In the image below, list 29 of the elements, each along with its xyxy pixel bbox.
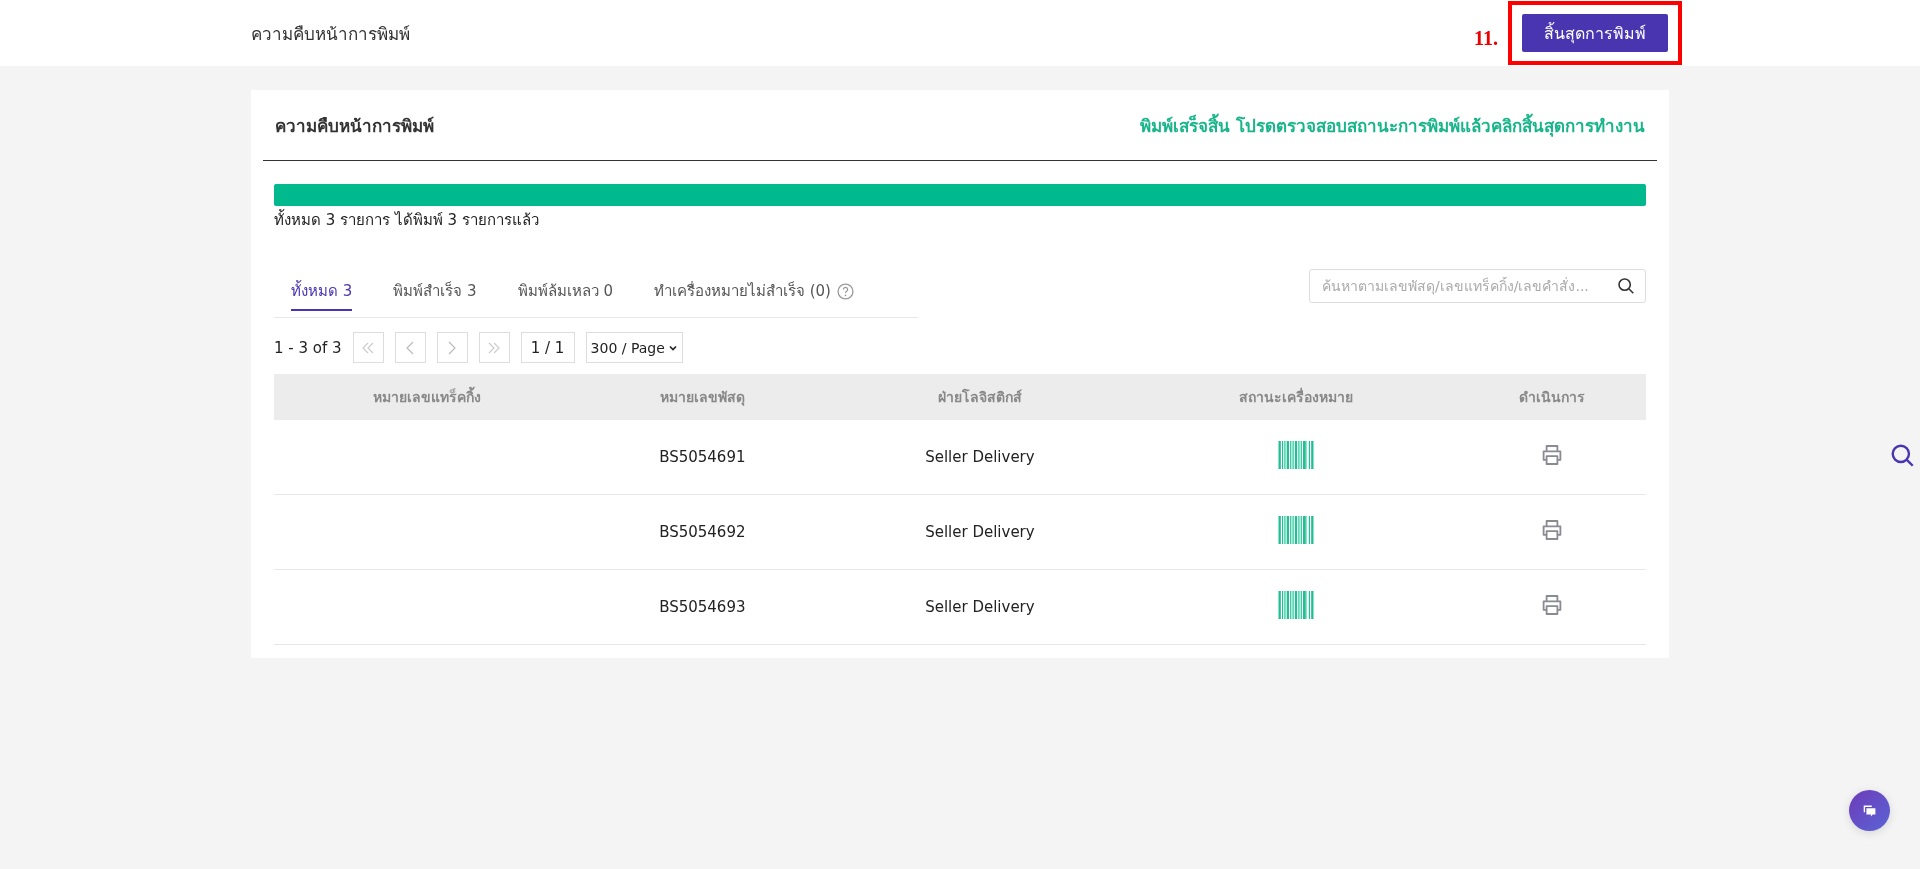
table-cell: BS5054692 [659,523,746,541]
search-field[interactable]: ค้นหาตามเลขพัสดุ/เลขแทร็คกิ้ง/เลขคำสั่ง... [1309,269,1646,303]
tab-label[interactable]: ทั้งหมด 3 [291,279,353,311]
tab-label[interactable]: พิมพ์สำเร็จ 3 [393,279,477,303]
status-message: พิมพ์เสร็จสิ้น โปรดตรวจสอบสถานะการพิมพ์แล้วคลิกสิ้นสุดการทำงาน [1140,112,1645,139]
table-cell: Seller Delivery [925,523,1035,541]
progress-summary: ทั้งหมด 3 รายการ ได้พิมพ์ 3 รายการแล้ว [274,208,540,231]
table-cell: Seller Delivery [925,598,1035,616]
page-indicator: 1 / 1 [520,332,575,363]
column-header: หมายเลขแทร็คกิ้ง [274,374,580,420]
chat-button[interactable] [1849,790,1890,831]
column-header: สถานะเครื่องหมาย [1134,374,1458,420]
column-header: ดำเนินการ [1457,374,1646,420]
table-cell: BS5054691 [659,448,746,466]
finish-printing-button[interactable]: สิ้นสุดการพิมพ์ [1522,14,1668,52]
column-header: หมายเลขพัสดุ [579,374,826,420]
column-header: ฝ่ายโลจิสติกส์ [825,374,1135,420]
page-size-dropdown[interactable]: 300 / Page [585,332,683,363]
search-icon[interactable] [1617,277,1635,295]
card-title: ความคืบหน้าการพิมพ์ [275,114,434,138]
tab-label[interactable]: พิมพ์ล้มเหลว 0 [517,279,613,303]
page-title: ความคืบหน้าการพิมพ์ [251,22,410,46]
table-cell: Seller Delivery [925,448,1035,466]
help-icon[interactable] [836,282,854,300]
table-cell: BS5054693 [659,598,746,616]
step-label: 11. [1474,26,1498,50]
result-range: 1 - 3 of 3 [274,338,342,357]
search-icon[interactable] [1890,443,1916,469]
tab-label[interactable]: ทำเครื่องหมายไม่สำเร็จ (0) [653,279,831,303]
